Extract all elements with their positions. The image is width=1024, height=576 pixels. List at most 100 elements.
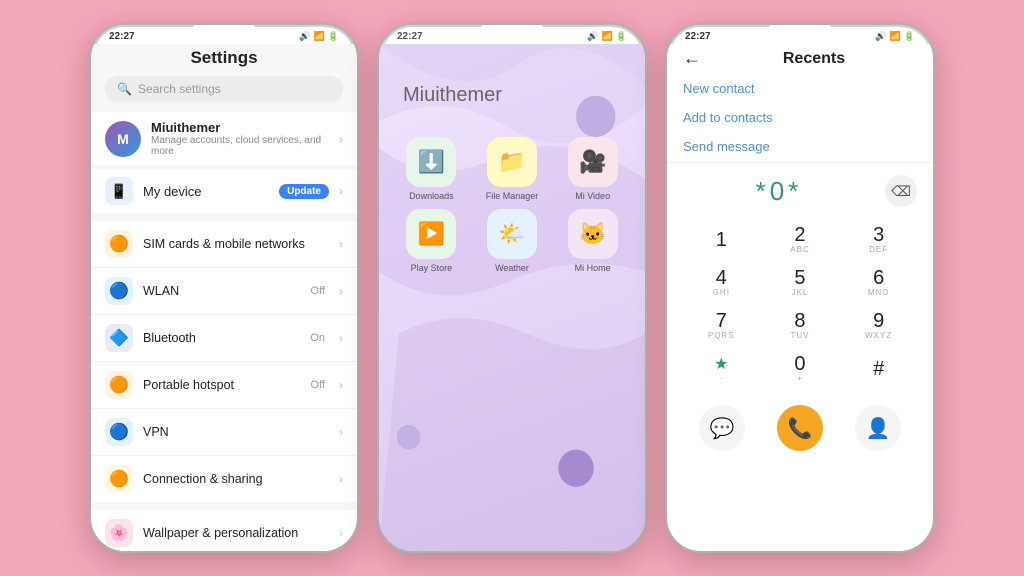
dialpad: 1 2 ABC 3 DEF 4 GHI 5 JKL 6 MNO	[667, 215, 933, 393]
dial-key-hash[interactable]: #	[840, 348, 917, 389]
wlan-item[interactable]: 🔵 WLAN Off ›	[91, 268, 357, 315]
dial-number-display: *0*	[683, 176, 875, 207]
settings-screen: Settings 🔍 Search settings M Miuithemer …	[91, 44, 357, 551]
dial-key-5[interactable]: 5 JKL	[762, 262, 839, 303]
recents-links: New contact Add to contacts Send message	[667, 77, 933, 163]
key-9-letters: WXYZ	[865, 331, 892, 340]
app-filemanager[interactable]: 📁 File Manager	[476, 137, 549, 201]
call-button[interactable]: 📞	[777, 405, 823, 451]
signal-icon: 📶	[314, 31, 325, 42]
account-sub: Manage accounts, cloud services, and mor…	[151, 135, 329, 157]
message-button[interactable]: 💬	[699, 405, 745, 451]
send-message-link[interactable]: Send message	[683, 139, 917, 154]
key-0-num: 0	[794, 354, 805, 374]
phone-dialer: 22:27 🔊 📶 🔋 ← Recents New contact Add to…	[665, 23, 935, 553]
app-downloads[interactable]: ⬇️ Downloads	[395, 137, 468, 201]
wallpaper-item[interactable]: 🌸 Wallpaper & personalization ›	[91, 510, 357, 551]
vpn-chevron: ›	[339, 425, 343, 439]
key-5-letters: JKL	[792, 288, 809, 297]
time-2: 22:27	[397, 31, 423, 42]
network-settings-group: 🟠 SIM cards & mobile networks › 🔵 WLAN O…	[91, 221, 357, 502]
sim-item[interactable]: 🟠 SIM cards & mobile networks ›	[91, 221, 357, 268]
avatar: M	[105, 121, 141, 157]
battery2-icon: 🔋	[616, 31, 627, 42]
bluetooth-label: Bluetooth	[143, 331, 300, 345]
mihome-label: Mi Home	[575, 263, 611, 273]
settings-title: Settings	[91, 44, 357, 76]
key-8-letters: TUV	[790, 331, 809, 340]
backspace-button[interactable]: ⌫	[885, 175, 917, 207]
vpn-item[interactable]: 🔵 VPN ›	[91, 409, 357, 456]
key-3-num: 3	[873, 225, 884, 245]
account-row[interactable]: M Miuithemer Manage accounts, cloud serv…	[91, 112, 357, 165]
add-to-contacts-link[interactable]: Add to contacts	[683, 110, 917, 125]
mivideo-label: Mi Video	[575, 191, 610, 201]
hotspot-label: Portable hotspot	[143, 378, 301, 392]
key-hash-num: #	[873, 359, 884, 379]
key-9-num: 9	[873, 311, 884, 331]
bluetooth-item[interactable]: 🔷 Bluetooth On ›	[91, 315, 357, 362]
key-4-num: 4	[716, 268, 727, 288]
personalization-group: 🌸 Wallpaper & personalization › 🔴 Always…	[91, 510, 357, 551]
connection-item[interactable]: 🟠 Connection & sharing ›	[91, 456, 357, 502]
dial-key-2[interactable]: 2 ABC	[762, 219, 839, 260]
update-badge: Update	[279, 184, 329, 199]
connection-icon: 🟠	[105, 465, 133, 493]
bluetooth-chevron: ›	[339, 331, 343, 345]
home-screen: Miuithemer ⬇️ Downloads 📁 File Manager 🎥…	[379, 44, 645, 551]
app-mivideo[interactable]: 🎥 Mi Video	[556, 137, 629, 201]
new-contact-link[interactable]: New contact	[683, 81, 917, 96]
contact-button[interactable]: 👤	[855, 405, 901, 451]
dial-key-star[interactable]: ★ ·	[683, 348, 760, 389]
sim-icon: 🟠	[105, 230, 133, 258]
dialer-screen: ← Recents New contact Add to contacts Se…	[667, 44, 933, 551]
bluetooth-status: On	[310, 332, 325, 344]
key-6-letters: MNO	[868, 288, 890, 297]
key-7-letters: PQRS	[708, 331, 735, 340]
signal3-icon: 📶	[890, 31, 901, 42]
dial-key-4[interactable]: 4 GHI	[683, 262, 760, 303]
back-button[interactable]: ←	[683, 48, 701, 69]
notch-1	[194, 25, 254, 35]
downloads-icon: ⬇️	[406, 137, 456, 187]
bluetooth-icon: 🔷	[105, 324, 133, 352]
wlan-status: Off	[311, 285, 325, 297]
dial-key-6[interactable]: 6 MNO	[840, 262, 917, 303]
dial-key-0[interactable]: 0 +	[762, 348, 839, 389]
dial-key-7[interactable]: 7 PQRS	[683, 305, 760, 346]
dial-key-3[interactable]: 3 DEF	[840, 219, 917, 260]
app-playstore[interactable]: ▶️ Play Store	[395, 209, 468, 273]
weather-label: Weather	[495, 263, 529, 273]
device-row[interactable]: 📱 My device Update ›	[91, 169, 357, 213]
mivideo-icon: 🎥	[568, 137, 618, 187]
dial-key-8[interactable]: 8 TUV	[762, 305, 839, 346]
search-bar[interactable]: 🔍 Search settings	[105, 76, 343, 102]
hotspot-item[interactable]: 🟠 Portable hotspot Off ›	[91, 362, 357, 409]
dial-key-9[interactable]: 9 WXYZ	[840, 305, 917, 346]
search-icon: 🔍	[117, 82, 132, 96]
signal2-icon: 📶	[602, 31, 613, 42]
dialpad-actions: 💬 📞 👤	[667, 397, 933, 459]
sim-label: SIM cards & mobile networks	[143, 237, 329, 251]
hotspot-icon: 🟠	[105, 371, 133, 399]
time-3: 22:27	[685, 31, 711, 42]
app-mihome[interactable]: 🐱 Mi Home	[556, 209, 629, 273]
vpn-label: VPN	[143, 425, 329, 439]
app-grid: ⬇️ Downloads 📁 File Manager 🎥 Mi Video ▶…	[379, 137, 645, 273]
time-1: 22:27	[109, 31, 135, 42]
connection-label: Connection & sharing	[143, 472, 329, 486]
key-5-num: 5	[794, 268, 805, 288]
filemanager-label: File Manager	[486, 191, 539, 201]
device-icon: 📱	[105, 177, 133, 205]
bt3-icon: 🔊	[875, 31, 886, 42]
mihome-icon: 🐱	[568, 209, 618, 259]
dial-key-1[interactable]: 1	[683, 219, 760, 260]
search-placeholder: Search settings	[138, 82, 221, 96]
battery3-icon: 🔋	[904, 31, 915, 42]
connection-chevron: ›	[339, 472, 343, 486]
home-content: Miuithemer ⬇️ Downloads 📁 File Manager 🎥…	[379, 44, 645, 551]
app-weather[interactable]: 🌤️ Weather	[476, 209, 549, 273]
chevron-icon: ›	[339, 132, 343, 146]
dialer-title: Recents	[711, 50, 917, 68]
key-8-num: 8	[794, 311, 805, 331]
